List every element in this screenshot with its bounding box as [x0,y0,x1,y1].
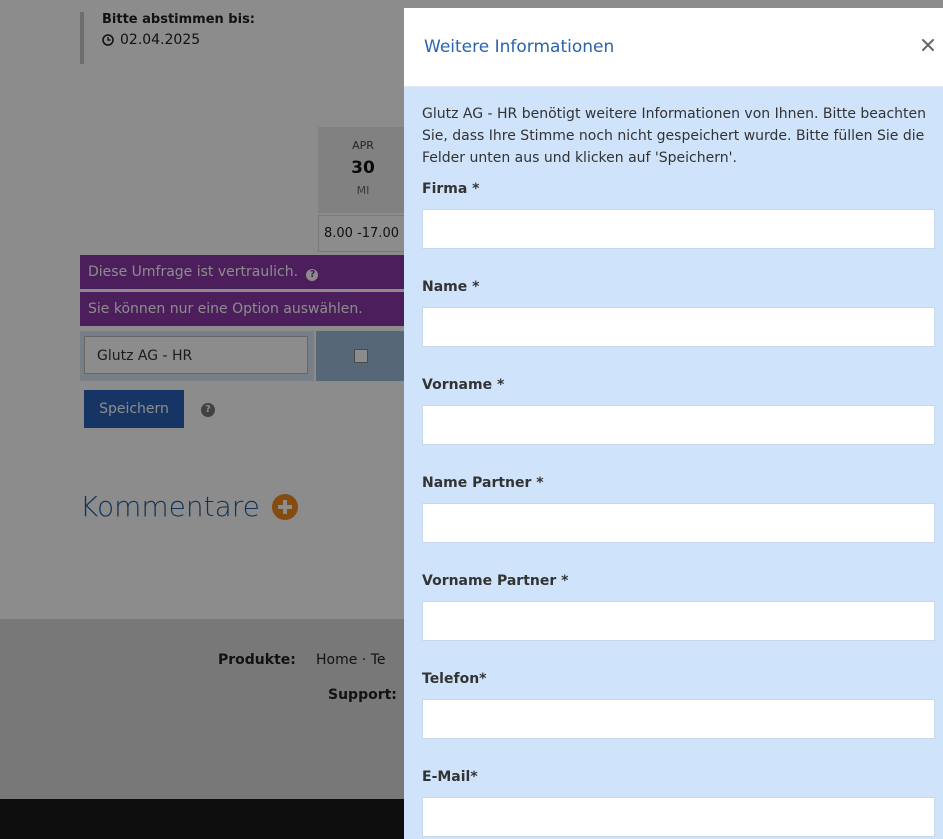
field-partner-first-name-label: Vorname Partner * [422,573,569,589]
field-partner-last-name: Name Partner * [422,475,935,543]
more-info-modal: Weitere Informationen Glutz AG - HR benö… [404,8,943,839]
field-partner-last-name-label: Name Partner * [422,475,544,491]
field-first-name: Vorname * [422,377,935,445]
field-phone-label: Telefon* [422,671,487,687]
partner-last-name-input[interactable] [422,503,935,543]
last-name-input[interactable] [422,307,935,347]
field-company-label: Firma * [422,181,480,197]
field-company: Firma * [422,181,935,249]
field-email: E-Mail* [422,769,935,837]
field-first-name-label: Vorname * [422,377,505,393]
field-phone: Telefon* [422,671,935,739]
modal-title: Weitere Informationen [424,37,615,57]
company-input[interactable] [422,209,935,249]
phone-input[interactable] [422,699,935,739]
field-last-name-label: Name * [422,279,480,295]
email-input[interactable] [422,797,935,837]
field-last-name: Name * [422,279,935,347]
partner-first-name-input[interactable] [422,601,935,641]
close-icon[interactable] [921,38,935,52]
modal-header: Weitere Informationen [404,8,943,87]
field-partner-first-name: Vorname Partner * [422,573,935,641]
modal-body: Glutz AG - HR benötigt weitere Informati… [404,87,943,837]
modal-intro-text: Glutz AG - HR benötigt weitere Informati… [422,106,927,166]
field-email-label: E-Mail* [422,769,478,785]
first-name-input[interactable] [422,405,935,445]
